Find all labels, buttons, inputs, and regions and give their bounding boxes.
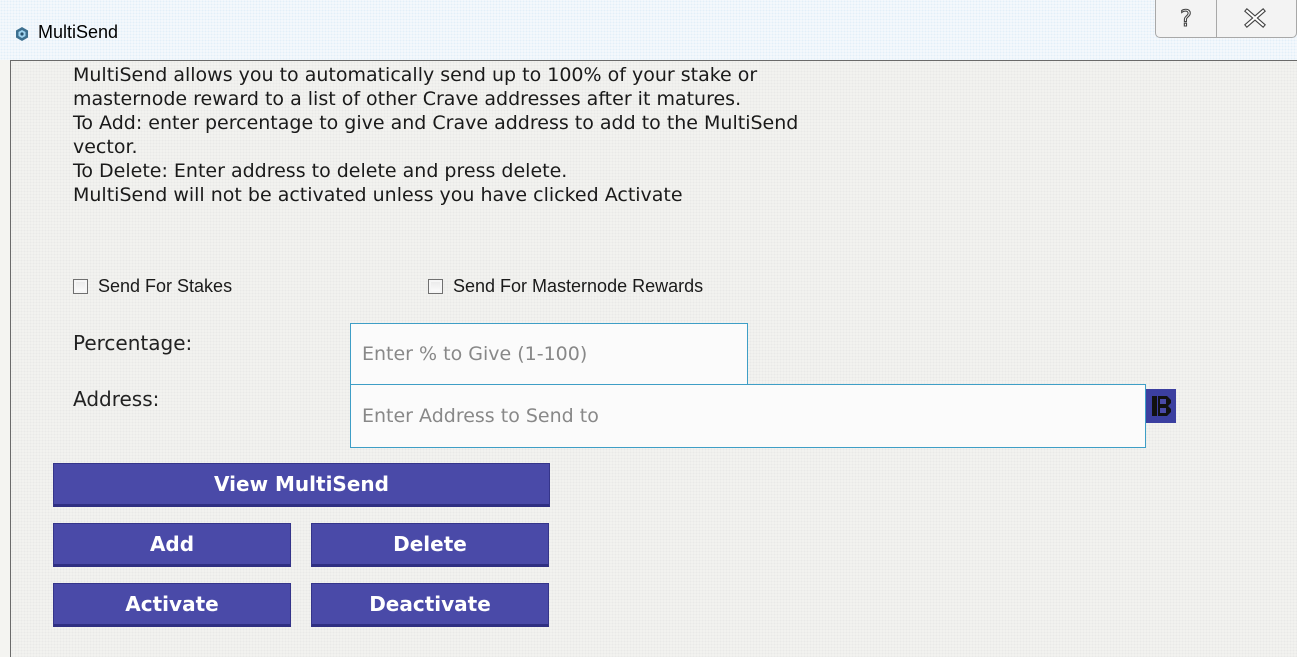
description-line: masternode reward to a list of other Cra… [73, 88, 742, 110]
send-for-masternode-label: Send For Masternode Rewards [453, 276, 704, 296]
window-title: MultiSend [38, 22, 119, 42]
send-for-stakes-checkbox[interactable] [73, 279, 88, 294]
description-text: MultiSend allows you to automatically se… [73, 63, 798, 207]
add-button[interactable]: Add [53, 523, 291, 567]
address-input[interactable] [350, 384, 1146, 448]
close-button[interactable] [1217, 0, 1297, 37]
delete-button[interactable]: Delete [311, 523, 549, 567]
send-for-stakes-option[interactable]: Send For Stakes [73, 276, 232, 297]
dialog-body: MultiSend allows you to automatically se… [10, 60, 1297, 657]
description-line: MultiSend allows you to automatically se… [73, 64, 758, 86]
help-icon: ? [1180, 6, 1193, 32]
description-line: To Add: enter percentage to give and Cra… [73, 112, 799, 134]
send-for-masternode-option[interactable]: Send For Masternode Rewards [428, 276, 703, 297]
address-book-icon [1152, 396, 1171, 416]
address-label: Address: [73, 387, 160, 411]
close-icon [1244, 8, 1266, 28]
view-multisend-button[interactable]: View MultiSend [53, 463, 550, 507]
percentage-label: Percentage: [73, 331, 193, 355]
percentage-input[interactable] [350, 323, 748, 385]
help-button[interactable]: ? [1156, 0, 1217, 37]
description-line: MultiSend will not be activated unless y… [73, 184, 683, 206]
activate-button[interactable]: Activate [53, 583, 291, 627]
description-line: To Delete: Enter address to delete and p… [73, 160, 568, 182]
send-for-masternode-checkbox[interactable] [428, 279, 443, 294]
caption-buttons: ? [1155, 0, 1297, 38]
description-line: vector. [73, 136, 138, 158]
deactivate-button[interactable]: Deactivate [311, 583, 549, 627]
address-book-button[interactable] [1146, 389, 1176, 423]
title-bar[interactable]: MultiSend ? [0, 0, 1297, 60]
svg-text:?: ? [1180, 7, 1192, 32]
send-for-stakes-label: Send For Stakes [98, 276, 233, 296]
multisend-app-icon [16, 27, 28, 41]
